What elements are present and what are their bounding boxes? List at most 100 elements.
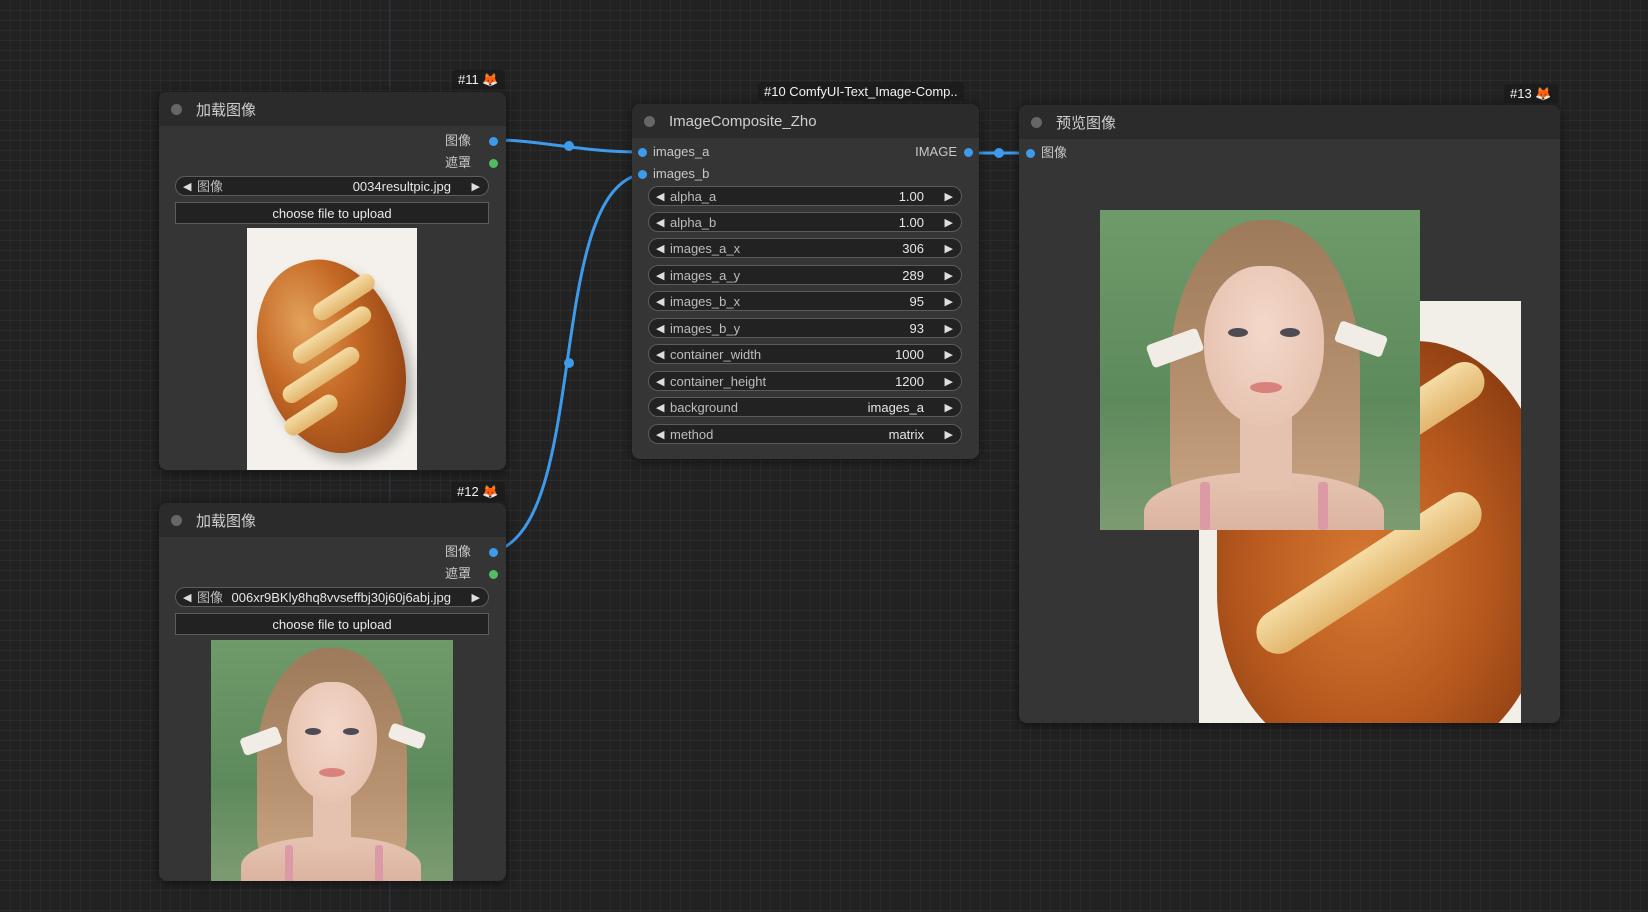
preview-image-node-13[interactable]: 预览图像 图像: [1019, 105, 1560, 723]
widget-value: 1.00: [898, 215, 924, 230]
decrement-arrow-icon[interactable]: ◀: [656, 425, 664, 445]
output-slot-image[interactable]: [964, 148, 973, 157]
node-title-bar[interactable]: ImageComposite_Zho: [632, 104, 979, 138]
link-image-12-to-images-b: [495, 172, 643, 553]
collapse-toggle-icon[interactable]: [644, 115, 655, 127]
image-composite-node-10[interactable]: ImageComposite_Zho images_a images_b IMA…: [632, 104, 979, 459]
upload-button[interactable]: choose file to upload: [175, 202, 489, 224]
decrement-arrow-icon[interactable]: ◀: [183, 177, 191, 197]
node-title-bar[interactable]: 加载图像: [159, 503, 506, 537]
widget-label: container_width: [670, 347, 762, 362]
output-label-image: 图像: [444, 133, 471, 148]
widget-value: 1.00: [898, 189, 924, 204]
widget-label: alpha_a: [670, 189, 717, 204]
increment-arrow-icon[interactable]: ▶: [945, 345, 953, 365]
node-title: 预览图像: [1056, 114, 1117, 132]
node-title-bar[interactable]: 加载图像: [159, 92, 506, 126]
widget-value: 1000: [895, 347, 924, 362]
widget-value: images_a: [867, 400, 924, 415]
input-label-image: 图像: [1041, 145, 1068, 160]
output-slot-mask[interactable]: [489, 159, 498, 168]
node-title: 加载图像: [196, 512, 257, 530]
link-image-11-to-images-a: [495, 138, 643, 154]
widget-label: images_a_y: [670, 268, 741, 283]
output-label-image: 图像: [444, 544, 471, 559]
widget-value: 306: [902, 241, 924, 256]
image-combo-widget[interactable]: ◀ 图像 006xr9BKly8hq8vvseffbj30j60j6abj.jp…: [175, 587, 489, 607]
increment-arrow-icon[interactable]: ▶: [472, 588, 480, 608]
widget-alpha-a[interactable]: ◀ alpha_a 1.00 ▶: [648, 186, 962, 206]
link-midpoint-3: [994, 148, 1004, 158]
widget-label: method: [670, 427, 714, 442]
widget-value: 95: [909, 294, 924, 309]
decrement-arrow-icon[interactable]: ◀: [656, 372, 664, 392]
widget-value: 289: [902, 268, 924, 283]
decrement-arrow-icon[interactable]: ◀: [656, 345, 664, 365]
input-slot-images-b[interactable]: [638, 170, 647, 179]
output-label-mask: 遮罩: [444, 566, 471, 581]
widget-value: 1200: [895, 374, 924, 389]
output-slot-image[interactable]: [489, 548, 498, 557]
input-slot-image[interactable]: [1026, 149, 1035, 158]
widget-value: 93: [909, 321, 924, 336]
load-image-node-11[interactable]: 加载图像 图像 遮罩 ◀ 图像 0034resultpic.jpg ▶ choo…: [159, 92, 506, 470]
widget-value: 0034resultpic.jpg: [352, 179, 451, 194]
widget-container-width[interactable]: ◀ container_width 1000 ▶: [648, 344, 962, 364]
widget-images-a-y[interactable]: ◀ images_a_y 289 ▶: [648, 265, 962, 285]
composite-portrait-layer: [1100, 210, 1420, 530]
load-image-node-12[interactable]: 加载图像 图像 遮罩 ◀ 图像 006xr9BKly8hq8vvseffbj30…: [159, 503, 506, 881]
widget-label: 图像: [197, 590, 224, 605]
input-label-images-a: images_a: [653, 144, 710, 159]
decrement-arrow-icon[interactable]: ◀: [656, 292, 664, 312]
node-title: 加载图像: [196, 101, 257, 119]
increment-arrow-icon[interactable]: ▶: [945, 319, 953, 339]
output-label-image: IMAGE: [915, 144, 957, 159]
increment-arrow-icon[interactable]: ▶: [945, 292, 953, 312]
decrement-arrow-icon[interactable]: ◀: [656, 239, 664, 259]
collapse-toggle-icon[interactable]: [1031, 116, 1042, 128]
increment-arrow-icon[interactable]: ▶: [472, 177, 480, 197]
link-midpoint-2: [564, 358, 574, 368]
node-10-badge: #10 ComfyUI-Text_Image-Comp..: [758, 82, 964, 101]
widget-images-b-x[interactable]: ◀ images_b_x 95 ▶: [648, 291, 962, 311]
decrement-arrow-icon[interactable]: ◀: [656, 266, 664, 286]
widget-container-height[interactable]: ◀ container_height 1200 ▶: [648, 371, 962, 391]
increment-arrow-icon[interactable]: ▶: [945, 266, 953, 286]
widget-images-a-x[interactable]: ◀ images_a_x 306 ▶: [648, 238, 962, 258]
portrait-image-thumbnail: [211, 640, 453, 881]
upload-button[interactable]: choose file to upload: [175, 613, 489, 635]
node-13-badge: #13 🦊: [1504, 84, 1558, 103]
widget-value: matrix: [888, 427, 924, 442]
widget-label: 图像: [197, 179, 224, 194]
image-combo-widget[interactable]: ◀ 图像 0034resultpic.jpg ▶: [175, 176, 489, 196]
collapse-toggle-icon[interactable]: [171, 103, 182, 115]
increment-arrow-icon[interactable]: ▶: [945, 372, 953, 392]
input-label-images-b: images_b: [653, 166, 710, 181]
node-11-badge: #11 🦊: [452, 70, 505, 89]
decrement-arrow-icon[interactable]: ◀: [656, 319, 664, 339]
decrement-arrow-icon[interactable]: ◀: [656, 187, 664, 207]
link-midpoint-1: [564, 141, 574, 151]
collapse-toggle-icon[interactable]: [171, 514, 182, 526]
increment-arrow-icon[interactable]: ▶: [945, 187, 953, 207]
widget-label: images_b_y: [670, 321, 741, 336]
widget-alpha-b[interactable]: ◀ alpha_b 1.00 ▶: [648, 212, 962, 232]
increment-arrow-icon[interactable]: ▶: [945, 398, 953, 418]
widget-label: alpha_b: [670, 215, 717, 230]
node-12-badge: #12 🦊: [451, 482, 505, 501]
increment-arrow-icon[interactable]: ▶: [945, 213, 953, 233]
widget-label: background: [670, 400, 738, 415]
widget-images-b-y[interactable]: ◀ images_b_y 93 ▶: [648, 318, 962, 338]
node-title-bar[interactable]: 预览图像: [1019, 105, 1560, 139]
decrement-arrow-icon[interactable]: ◀: [183, 588, 191, 608]
widget-label: images_a_x: [670, 241, 741, 256]
input-slot-images-a[interactable]: [638, 148, 647, 157]
decrement-arrow-icon[interactable]: ◀: [656, 213, 664, 233]
output-slot-mask[interactable]: [489, 570, 498, 579]
increment-arrow-icon[interactable]: ▶: [945, 239, 953, 259]
increment-arrow-icon[interactable]: ▶: [945, 425, 953, 445]
decrement-arrow-icon[interactable]: ◀: [656, 398, 664, 418]
widget-background[interactable]: ◀ background images_a ▶: [648, 397, 962, 417]
output-slot-image[interactable]: [489, 137, 498, 146]
widget-method[interactable]: ◀ method matrix ▶: [648, 424, 962, 444]
